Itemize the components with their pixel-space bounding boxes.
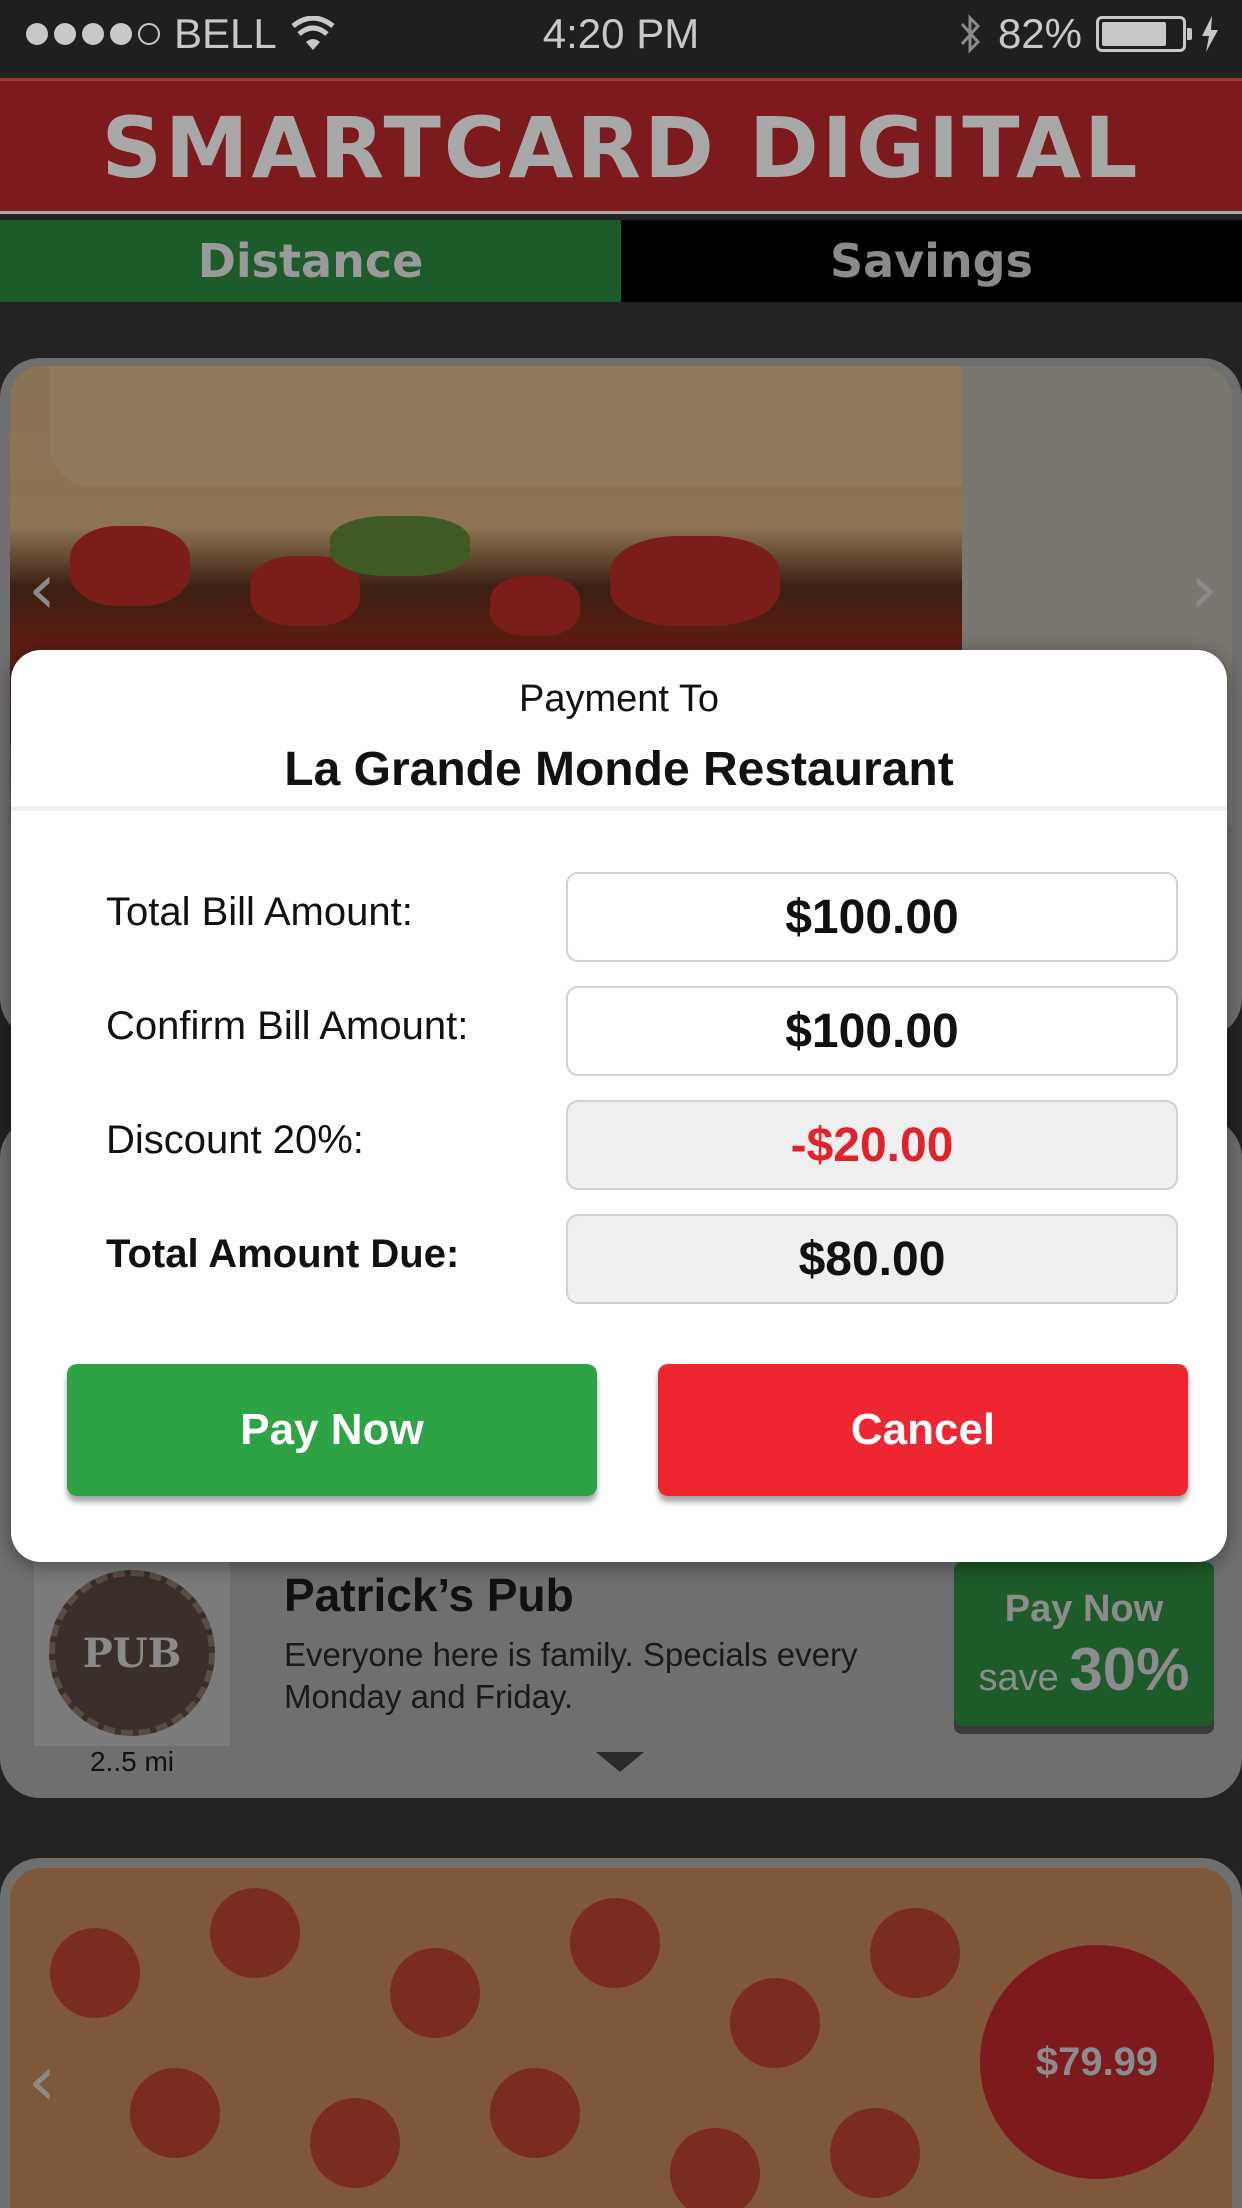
restaurant-name: La Grande Monde Restaurant [284, 743, 954, 796]
discount-value: -$20.00 [566, 1100, 1178, 1190]
pub-logo-icon: PUB [49, 1570, 215, 1736]
save-prefix: save [978, 1657, 1059, 1699]
chevron-right-icon[interactable]: › [1190, 548, 1218, 630]
listing-logo: PUB [34, 1560, 230, 1746]
listing-pay-now-button[interactable]: Pay Now save 30% [954, 1562, 1214, 1726]
listing-description: Everyone here is family. Specials every … [284, 1636, 858, 1715]
save-percent: 30% [1069, 1636, 1190, 1703]
total-due-value: $80.00 [566, 1214, 1178, 1304]
listing-distance: 2..5 mi [89, 1746, 175, 1777]
battery-percent: 82% [997, 10, 1082, 57]
chevron-left-icon[interactable]: ‹ [28, 2040, 56, 2122]
expand-caret-icon[interactable] [596, 1752, 644, 1772]
status-bar: BELL 4:20 PM 82% [0, 0, 1242, 72]
discount-label: Discount 20%: [106, 1118, 364, 1162]
battery-icon [1096, 16, 1192, 52]
sort-tabs: Distance Savings [0, 220, 1242, 302]
payment-to-label: Payment To [519, 678, 719, 720]
tab-distance[interactable]: Distance [0, 220, 621, 302]
app-screen: BELL 4:20 PM 82% SMARTCARD DIGITAL Dista… [0, 0, 1242, 2208]
total-bill-input[interactable]: $100.00 [566, 872, 1178, 962]
bluetooth-icon [960, 14, 980, 54]
listing-row[interactable]: PUB 2..5 mi Patrick’s Pub Everyone here … [0, 1560, 1242, 1798]
savings-label: save 30% [954, 1635, 1214, 1704]
cancel-button[interactable]: Cancel [658, 1364, 1188, 1496]
chevron-left-icon[interactable]: ‹ [28, 548, 56, 630]
pay-now-button[interactable]: Pay Now [67, 1364, 597, 1496]
total-due-label: Total Amount Due: [106, 1232, 460, 1276]
confirm-bill-label: Confirm Bill Amount: [106, 1004, 469, 1048]
status-right: 82% [958, 10, 1220, 58]
payment-dialog: Payment To La Grande Monde Restaurant To… [11, 650, 1227, 1562]
tab-savings[interactable]: Savings [621, 220, 1242, 302]
app-logo: SMARTCARD DIGITAL [101, 99, 1141, 197]
listing-name: Patrick’s Pub [284, 1569, 574, 1621]
total-bill-label: Total Bill Amount: [106, 890, 413, 934]
price-badge: $79.99 [980, 1945, 1214, 2179]
pay-now-label: Pay Now [1004, 1588, 1164, 1630]
divider [11, 806, 1227, 811]
charging-bolt-icon [1202, 16, 1218, 52]
app-header: SMARTCARD DIGITAL [0, 78, 1242, 214]
confirm-bill-input[interactable]: $100.00 [566, 986, 1178, 1076]
